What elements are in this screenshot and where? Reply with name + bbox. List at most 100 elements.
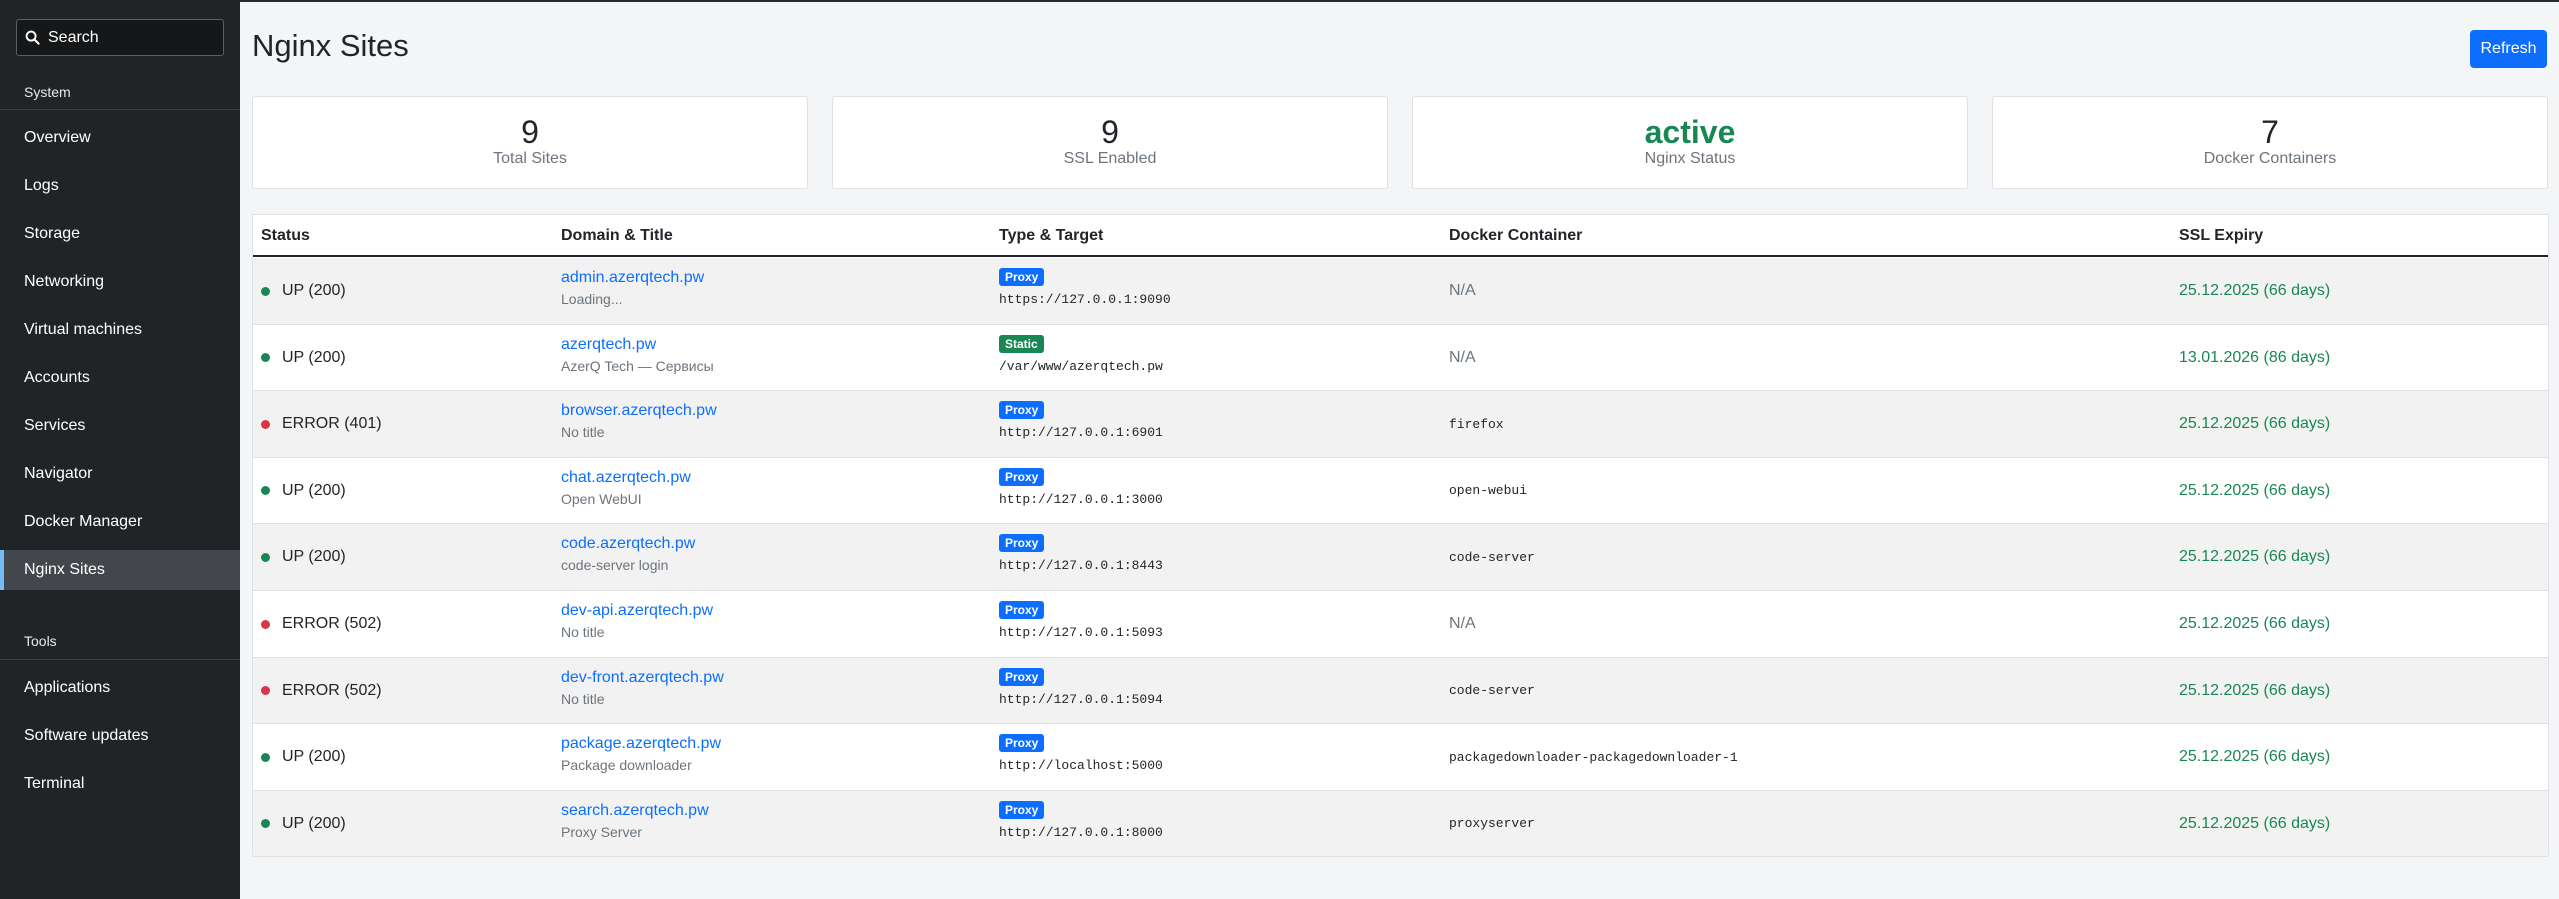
target-path: https://127.0.0.1:9090 <box>999 292 1171 307</box>
sidebar-item-accounts[interactable]: Accounts <box>0 358 240 398</box>
status-dot-icon <box>261 619 270 629</box>
docker-container: firefox <box>1449 416 1504 432</box>
status-cell: UP (200) <box>261 791 346 857</box>
domain-link[interactable]: dev-front.azerqtech.pw <box>561 669 724 687</box>
sidebar-item-networking[interactable]: Networking <box>0 262 240 302</box>
type-badge: Proxy <box>999 800 1045 819</box>
ssl-expiry: 25.12.2025 (66 days) <box>2179 681 2331 699</box>
status-dot-icon <box>261 419 270 429</box>
target-path: http://127.0.0.1:5094 <box>999 691 1163 707</box>
sidebar-item-services[interactable]: Services <box>0 406 240 446</box>
domain-cell: code.azerqtech.pw code-server login <box>561 535 695 573</box>
sidebar-item-logs[interactable]: Logs <box>0 166 240 206</box>
docker-container: packagedownloader-packagedownloader-1 <box>1449 749 1738 765</box>
ssl-expiry: 25.12.2025 (66 days) <box>2179 548 2331 566</box>
sidebar-item-applications[interactable]: Applications <box>0 668 240 708</box>
site-title: No title <box>561 424 605 441</box>
sidebar-item-overview[interactable]: Overview <box>0 118 240 158</box>
refresh-button[interactable]: Refresh <box>2470 30 2547 68</box>
type-badge: Static <box>999 334 1044 353</box>
status-text: UP (200) <box>282 348 346 366</box>
table-row: UP (200) admin.azerqtech.pw Loading... Prox… <box>253 258 2548 325</box>
ssl-expiry: 25.12.2025 (66 days) <box>2179 814 2331 832</box>
type-cell: Proxy http://127.0.0.1:8443 <box>999 534 1163 573</box>
domain-link[interactable]: chat.azerqtech.pw <box>561 469 691 487</box>
domain-link[interactable]: dev-api.azerqtech.pw <box>561 602 713 620</box>
type-cell: Proxy http://127.0.0.1:3000 <box>999 467 1163 507</box>
type-badge: Proxy <box>999 601 1045 619</box>
domain-link[interactable]: package.azerqtech.pw <box>561 735 721 753</box>
target-path: http://localhost:5000 <box>999 758 1163 774</box>
status-dot-icon <box>261 486 270 496</box>
sidebar-item-software-updates[interactable]: Software updates <box>0 716 240 756</box>
target-path: http://127.0.0.1:3000 <box>999 491 1163 507</box>
status-text: ERROR (502) <box>282 615 382 632</box>
status-dot-icon <box>261 819 270 829</box>
domain-cell: dev-front.azerqtech.pw No title <box>561 669 724 707</box>
target-path: http://127.0.0.1:6901 <box>999 425 1163 441</box>
top-border <box>240 0 2559 2</box>
status-dot-icon <box>261 752 270 762</box>
sidebar-item-virtual-machines[interactable]: Virtual machines <box>0 310 240 350</box>
type-cell: Proxy https://127.0.0.1:9090 <box>999 268 1171 307</box>
type-cell: Proxy http://127.0.0.1:8000 <box>999 800 1163 840</box>
table-row: ERROR (502) dev-api.azerqtech.pw No title P… <box>253 591 2548 658</box>
status-cell: UP (200) <box>261 458 346 524</box>
status-cell: UP (200) <box>261 524 346 590</box>
search-input[interactable]: Search <box>16 19 224 56</box>
domain-cell: search.azerqtech.pw Proxy Server <box>561 802 709 840</box>
stat-value: 9 <box>521 114 539 150</box>
type-badge: Proxy <box>999 401 1045 420</box>
site-title: No title <box>561 624 605 640</box>
docker-container: code-server <box>1449 683 1535 699</box>
stat-card-total-sites: 9 Total Sites <box>252 96 808 189</box>
page-title: Nginx Sites <box>252 28 409 63</box>
table-row: ERROR (502) dev-front.azerqtech.pw No titl… <box>253 657 2548 725</box>
ssl-expiry: 25.12.2025 (66 days) <box>2179 282 2331 299</box>
stat-label: Nginx Status <box>1644 150 1736 167</box>
target-path: http://127.0.0.1:8000 <box>999 824 1163 840</box>
stat-card-nginx-status: active Nginx Status <box>1412 96 1968 189</box>
status-cell: ERROR (502) <box>261 591 382 657</box>
target-path: http://127.0.0.1:8443 <box>999 558 1163 574</box>
domain-cell: browser.azerqtech.pw No title <box>561 402 717 440</box>
sidebar-item-nginx-sites[interactable]: Nginx Sites <box>0 550 240 590</box>
domain-link[interactable]: admin.azerqtech.pw <box>561 269 704 287</box>
type-cell: Static/var/www/azerqtech.pw <box>999 334 1163 374</box>
table-row: UP (200) chat.azerqtech.pw Open WebUI Proxy… <box>253 458 2548 525</box>
type-cell: Proxy http://127.0.0.1:6901 <box>999 401 1163 440</box>
site-title: code-server login <box>561 557 669 574</box>
status-cell: UP (200) <box>261 724 346 790</box>
table-header: Status Domain & Title Type & Target Dock… <box>253 215 2548 257</box>
target-path: /var/www/azerqtech.pw <box>999 358 1163 374</box>
type-cell: Proxy http://127.0.0.1:5093 <box>999 601 1163 640</box>
status-cell: UP (200) <box>261 258 346 324</box>
sidebar-divider <box>0 659 240 660</box>
stat-value: active <box>1644 114 1736 150</box>
type-cell: Proxy http://localhost:5000 <box>999 734 1163 773</box>
domain-link[interactable]: code.azerqtech.pw <box>561 535 695 553</box>
sidebar-item-navigator[interactable]: Navigator <box>0 454 240 494</box>
status-cell: UP (200) <box>261 325 346 391</box>
column-header-ssl: SSL Expiry <box>2179 227 2264 244</box>
docker-container: N/A <box>1449 348 1476 366</box>
search-icon <box>25 30 40 45</box>
domain-link[interactable]: azerqtech.pw <box>561 336 714 354</box>
sidebar: Search System Overview Logs Storage Netw… <box>0 0 240 899</box>
type-badge: Proxy <box>999 467 1045 486</box>
column-header-type: Type & Target <box>999 227 1104 244</box>
ssl-expiry: 25.12.2025 (66 days) <box>2179 615 2331 632</box>
table-row: ERROR (401) browser.azerqtech.pw No title P… <box>253 391 2548 458</box>
site-title: Loading... <box>561 291 623 307</box>
sidebar-item-storage[interactable]: Storage <box>0 214 240 254</box>
sidebar-item-docker-manager[interactable]: Docker Manager <box>0 502 240 542</box>
status-dot-icon <box>261 286 270 296</box>
domain-link[interactable]: search.azerqtech.pw <box>561 802 709 820</box>
docker-container: code-server <box>1449 549 1535 565</box>
search-label: Search <box>48 28 99 46</box>
status-cell: ERROR (502) <box>261 658 382 724</box>
domain-link[interactable]: browser.azerqtech.pw <box>561 402 717 420</box>
target-path: http://127.0.0.1:5093 <box>999 625 1163 640</box>
site-title: AzerQ Tech — Сервисы <box>561 357 714 374</box>
sidebar-item-terminal[interactable]: Terminal <box>0 764 240 804</box>
